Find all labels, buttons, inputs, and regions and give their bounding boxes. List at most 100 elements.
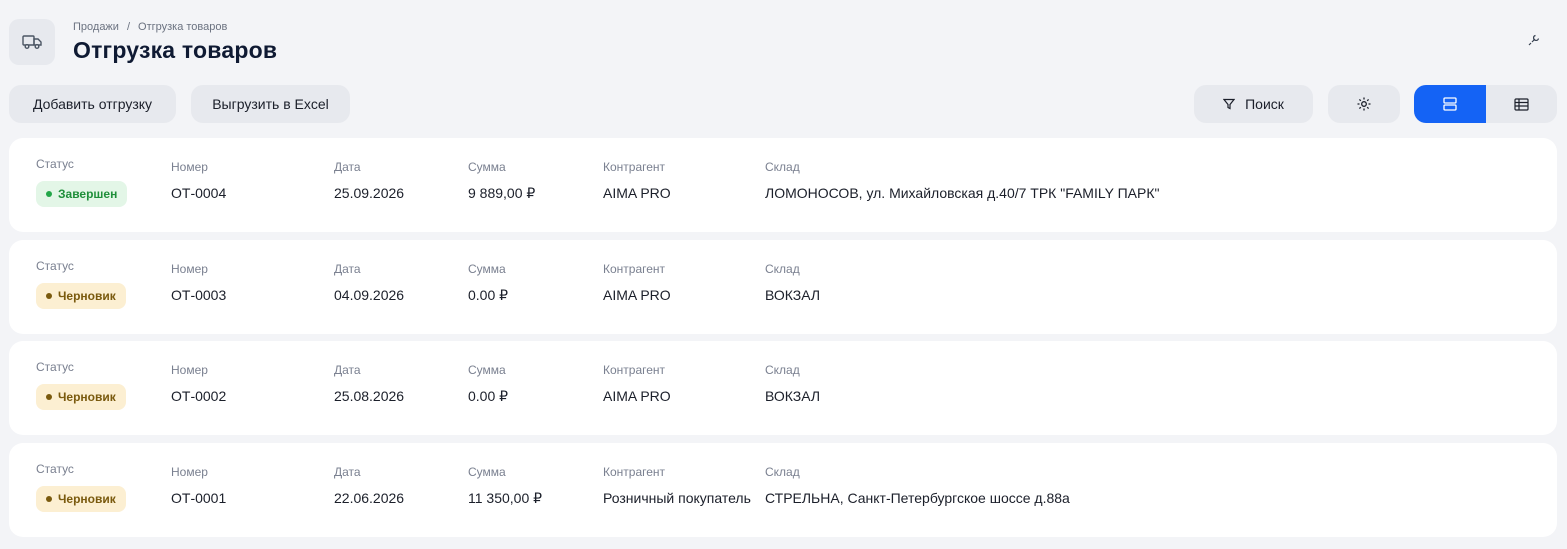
date-field: Дата 22.06.2026 <box>334 465 404 506</box>
breadcrumb-item-current: Отгрузка товаров <box>138 21 228 33</box>
sum-label: Сумма <box>468 363 506 377</box>
table-view-icon <box>1514 97 1529 111</box>
warehouse-label: Склад <box>765 262 800 276</box>
date-value: 25.08.2026 <box>334 388 405 404</box>
number-field: Номер ОТ-0002 <box>171 363 226 404</box>
number-value[interactable]: ОТ-0004 <box>171 185 226 201</box>
counterparty-field: Контрагент AIMA PRO <box>603 262 671 303</box>
sum-field: Сумма 0.00 ₽ <box>468 363 508 405</box>
page-icon <box>9 19 55 65</box>
number-field: Номер ОТ-0004 <box>171 160 226 201</box>
search-filter-button[interactable]: Поиск <box>1194 85 1313 123</box>
status-text: Черновик <box>58 390 116 404</box>
status-badge: Черновик <box>36 384 126 410</box>
sum-field: Сумма 0.00 ₽ <box>468 262 508 304</box>
warehouse-value: ЛОМОНОСОВ, ул. Михайловская д.40/7 ТРК "… <box>765 185 1160 201</box>
shipment-card[interactable]: Статус Черновик Номер ОТ-0003 Дата 04.09… <box>9 240 1557 334</box>
settings-button[interactable] <box>1328 85 1400 123</box>
date-value: 04.09.2026 <box>334 287 405 303</box>
number-value[interactable]: ОТ-0001 <box>171 490 226 506</box>
counterparty-value: AIMA PRO <box>603 388 671 404</box>
date-label: Дата <box>334 363 361 377</box>
breadcrumb-item-sales[interactable]: Продажи <box>73 21 119 33</box>
counterparty-label: Контрагент <box>603 262 666 276</box>
counterparty-value: AIMA PRO <box>603 287 671 303</box>
shipment-card[interactable]: Статус Черновик Номер ОТ-0001 Дата 22.06… <box>9 443 1557 537</box>
number-value[interactable]: ОТ-0002 <box>171 388 226 404</box>
number-field: Номер ОТ-0001 <box>171 465 226 506</box>
status-badge: Черновик <box>36 486 126 512</box>
counterparty-field: Контрагент AIMA PRO <box>603 363 671 404</box>
warehouse-field: Склад ВОКЗАЛ <box>765 262 820 303</box>
date-field: Дата 25.09.2026 <box>334 160 404 201</box>
page-title: Отгрузка товаров <box>73 37 278 63</box>
status-text: Черновик <box>58 289 116 303</box>
counterparty-value: AIMA PRO <box>603 185 671 201</box>
add-shipment-button[interactable]: Добавить отгрузку <box>9 85 176 123</box>
status-badge: Черновик <box>36 283 126 309</box>
shipment-card[interactable]: Статус Черновик Номер ОТ-0002 Дата 25.08… <box>9 341 1557 435</box>
status-label: Статус <box>36 360 74 374</box>
number-label: Номер <box>171 262 208 276</box>
truck-icon <box>22 35 42 49</box>
status-field: Статус Завершен <box>36 157 128 207</box>
number-label: Номер <box>171 363 208 377</box>
warehouse-value: СТРЕЛЬНА, Санкт-Петербургское шоссе д.88… <box>765 490 1070 506</box>
sum-label: Сумма <box>468 160 506 174</box>
card-view-button[interactable] <box>1414 85 1486 123</box>
date-field: Дата 04.09.2026 <box>334 262 404 303</box>
sum-value: 0.00 ₽ <box>468 388 509 404</box>
cards-view-icon <box>1443 97 1457 111</box>
counterparty-field: Контрагент Розничный покупатель <box>603 465 751 506</box>
status-label: Статус <box>36 462 74 476</box>
shipment-card[interactable]: Статус Завершен Номер ОТ-0004 Дата 25.09… <box>9 138 1557 232</box>
status-dot-icon <box>46 394 52 400</box>
gear-icon <box>1357 97 1371 111</box>
warehouse-value: ВОКЗАЛ <box>765 388 821 404</box>
number-label: Номер <box>171 160 208 174</box>
warehouse-field: Склад ЛОМОНОСОВ, ул. Михайловская д.40/7… <box>765 160 1159 201</box>
filter-icon <box>1223 98 1236 110</box>
number-field: Номер ОТ-0003 <box>171 262 226 303</box>
export-excel-button[interactable]: Выгрузить в Excel <box>191 85 350 123</box>
breadcrumb: Продажи / Отгрузка товаров <box>73 21 227 33</box>
status-dot-icon <box>46 496 52 502</box>
status-field: Статус Черновик <box>36 259 126 309</box>
counterparty-field: Контрагент AIMA PRO <box>603 160 671 201</box>
date-label: Дата <box>334 160 361 174</box>
warehouse-label: Склад <box>765 465 800 479</box>
sum-value: 9 889,00 ₽ <box>468 185 536 201</box>
search-button-label: Поиск <box>1245 96 1284 112</box>
counterparty-label: Контрагент <box>603 363 666 377</box>
counterparty-label: Контрагент <box>603 465 666 479</box>
status-text: Завершен <box>58 187 118 201</box>
counterparty-label: Контрагент <box>603 160 666 174</box>
warehouse-label: Склад <box>765 160 800 174</box>
status-dot-icon <box>46 191 52 197</box>
warehouse-field: Склад ВОКЗАЛ <box>765 363 820 404</box>
status-dot-icon <box>46 293 52 299</box>
date-value: 25.09.2026 <box>334 185 405 201</box>
counterparty-value: Розничный покупатель <box>603 490 751 506</box>
date-value: 22.06.2026 <box>334 490 405 506</box>
date-label: Дата <box>334 465 361 479</box>
status-text: Черновик <box>58 492 116 506</box>
warehouse-field: Склад СТРЕЛЬНА, Санкт-Петербургское шосс… <box>765 465 1070 506</box>
view-toggle <box>1414 85 1557 123</box>
status-label: Статус <box>36 259 74 273</box>
sum-value: 0.00 ₽ <box>468 287 509 303</box>
status-field: Статус Черновик <box>36 360 126 410</box>
sum-label: Сумма <box>468 465 506 479</box>
date-field: Дата 25.08.2026 <box>334 363 404 404</box>
sum-field: Сумма 9 889,00 ₽ <box>468 160 535 202</box>
warehouse-value: ВОКЗАЛ <box>765 287 821 303</box>
date-label: Дата <box>334 262 361 276</box>
status-label: Статус <box>36 157 74 171</box>
sum-value: 11 350,00 ₽ <box>468 490 543 506</box>
warehouse-label: Склад <box>765 363 800 377</box>
wrench-icon[interactable] <box>1527 33 1541 47</box>
table-view-button[interactable] <box>1486 85 1558 123</box>
number-value[interactable]: ОТ-0003 <box>171 287 226 303</box>
status-field: Статус Черновик <box>36 462 126 512</box>
sum-field: Сумма 11 350,00 ₽ <box>468 465 542 507</box>
